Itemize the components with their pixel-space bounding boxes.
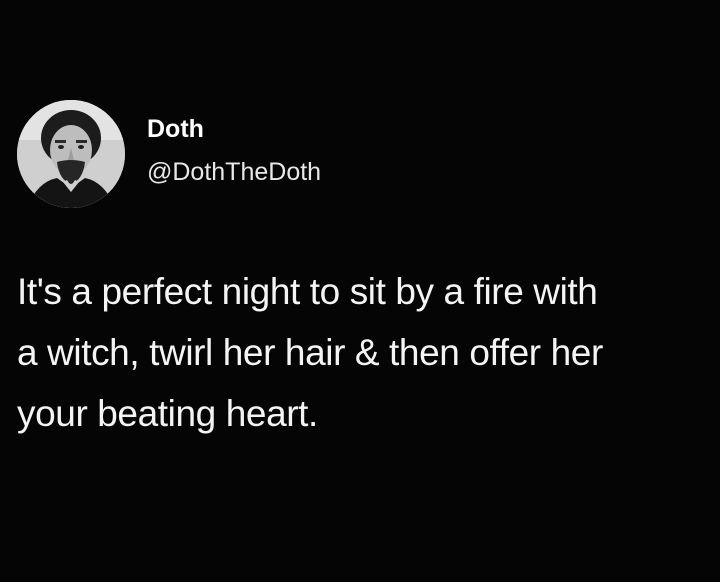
tweet-card: Doth @DothTheDoth It's a perfect night t… xyxy=(0,0,720,582)
tweet-text: It's a perfect night to sit by a fire wi… xyxy=(17,261,707,444)
portrait-icon xyxy=(17,100,125,208)
avatar[interactable] xyxy=(17,100,125,208)
author-handle[interactable]: @DothTheDoth xyxy=(147,160,321,185)
tweet-text-line: It's a perfect night to sit by a fire wi… xyxy=(17,271,598,312)
tweet-text-line: a witch, twirl her hair & then offer her xyxy=(17,332,603,373)
author-display-name[interactable]: Doth xyxy=(147,117,204,142)
tweet-text-line: your beating heart. xyxy=(17,393,318,434)
